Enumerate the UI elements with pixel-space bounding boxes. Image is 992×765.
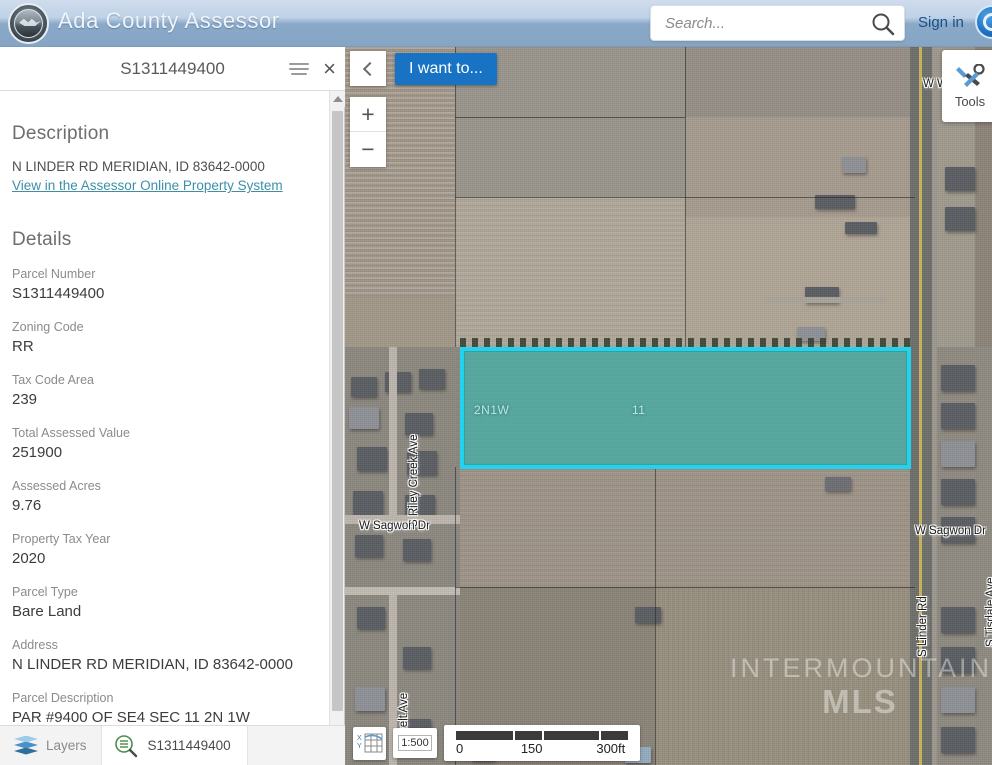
zoom-in-button[interactable]: +: [350, 97, 386, 132]
tools-button[interactable]: Tools: [942, 50, 992, 122]
panel-body: Description N LINDER RD MERIDIAN, ID 836…: [0, 91, 345, 765]
parcel-label-township: 2N1W: [474, 403, 510, 417]
field-assessed-acres: Assessed Acres 9.76: [12, 477, 333, 516]
field-value: 239: [12, 390, 38, 408]
field-tax-code-area: Tax Code Area 239: [12, 371, 333, 410]
map-bottom-widgets: X Y 1:500 0 150 300ft: [353, 725, 640, 761]
tools-wrench-screwdriver-icon: [956, 63, 985, 87]
attribute-table-search-icon: [114, 734, 138, 758]
panel-scrollbar[interactable]: [329, 91, 345, 765]
field-value: Bare Land: [12, 602, 82, 620]
panel-collapse-button[interactable]: [350, 51, 386, 86]
layers-label: Layers: [46, 738, 87, 753]
app-root: Ada County Assessor Sign in: [0, 0, 992, 765]
field-label: Zoning Code: [12, 320, 84, 334]
field-value: RR: [12, 337, 34, 355]
panel-menu-button[interactable]: [283, 47, 314, 91]
parcel-tab-label: S1311449400: [147, 738, 231, 753]
zoom-out-button[interactable]: −: [350, 132, 386, 167]
field-label: Address: [12, 638, 58, 652]
field-parcel-number: Parcel Number S1311449400: [12, 265, 333, 304]
hamburger-menu-icon: [288, 60, 309, 78]
svg-text:Y: Y: [357, 743, 362, 750]
i-want-to-button[interactable]: I want to...: [395, 53, 497, 85]
description-heading: Description: [12, 123, 110, 144]
panel-search-bar: ×: [0, 47, 345, 91]
description-address: N LINDER RD MERIDIAN, ID 83642-0000: [12, 159, 265, 174]
scale-label-300: 300ft: [596, 741, 626, 756]
field-label: Parcel Number: [12, 267, 96, 281]
field-label: Tax Code Area: [12, 373, 94, 387]
app-header: Ada County Assessor Sign in: [0, 0, 992, 47]
overview-map-icon[interactable]: X Y: [353, 726, 386, 760]
search-icon[interactable]: [870, 11, 896, 37]
search-input[interactable]: [665, 6, 865, 40]
selected-parcel-polygon[interactable]: 2N1W 11: [460, 347, 911, 469]
scale-bar-labels: 0 150 300ft: [456, 741, 628, 757]
field-value: 2020: [12, 549, 46, 567]
scrollbar-thumb[interactable]: [332, 111, 343, 711]
panel-close-button[interactable]: ×: [314, 47, 345, 91]
field-total-assessed-value: Total Assessed Value 251900: [12, 424, 333, 463]
sign-in-link[interactable]: Sign in: [918, 14, 964, 31]
field-address: Address N LINDER RD MERIDIAN, ID 83642-0…: [12, 636, 333, 675]
scale-input[interactable]: [398, 735, 432, 751]
details-heading: Details: [12, 229, 72, 250]
scale-bar-track: [456, 731, 628, 740]
scroll-up-button[interactable]: [330, 91, 345, 107]
field-parcel-type: Parcel Type Bare Land: [12, 583, 333, 622]
field-value: 9.76: [12, 496, 42, 514]
bottom-toolbar: Layers S1311449400: [0, 725, 345, 765]
field-label: Property Tax Year: [12, 532, 111, 546]
field-value: N LINDER RD MERIDIAN, ID 83642-0000: [12, 655, 293, 673]
scale-bar: 0 150 300ft: [444, 725, 640, 761]
parcel-label-section: 11: [632, 403, 646, 417]
panel-query-input[interactable]: [62, 58, 283, 79]
svg-text:X: X: [357, 735, 362, 742]
global-search[interactable]: [650, 5, 905, 41]
page-title: Ada County Assessor: [58, 8, 280, 33]
field-label: Parcel Type: [12, 585, 78, 599]
field-value: S1311449400: [12, 284, 105, 302]
chevron-left-icon: [362, 61, 378, 76]
county-seal-icon: [8, 3, 49, 44]
parcel-results-tab[interactable]: S1311449400: [100, 725, 248, 765]
layers-icon: [14, 735, 38, 756]
details-panel: × Description N LINDER RD MERIDIAN, ID 8…: [0, 47, 345, 765]
layers-button[interactable]: Layers: [0, 726, 101, 765]
scale-label-150: 150: [520, 741, 543, 756]
assessor-online-link[interactable]: View in the Assessor Online Property Sys…: [12, 178, 283, 193]
map-scale-widget[interactable]: [393, 728, 437, 758]
field-label: Parcel Description: [12, 691, 114, 705]
account-circle-icon[interactable]: [975, 5, 992, 39]
tools-label: Tools: [954, 93, 986, 109]
map-canvas[interactable]: 2N1W 11 S Riley Creek Ave W Sagwon Dr W …: [345, 47, 992, 765]
scale-label-0: 0: [456, 741, 464, 756]
close-icon: ×: [323, 55, 336, 81]
field-label: Assessed Acres: [12, 479, 101, 493]
field-zoning-code: Zoning Code RR: [12, 318, 333, 357]
field-value: 251900: [12, 443, 63, 461]
zoom-controls[interactable]: + −: [350, 97, 386, 167]
field-property-tax-year: Property Tax Year 2020: [12, 530, 333, 569]
field-label: Total Assessed Value: [12, 426, 130, 440]
